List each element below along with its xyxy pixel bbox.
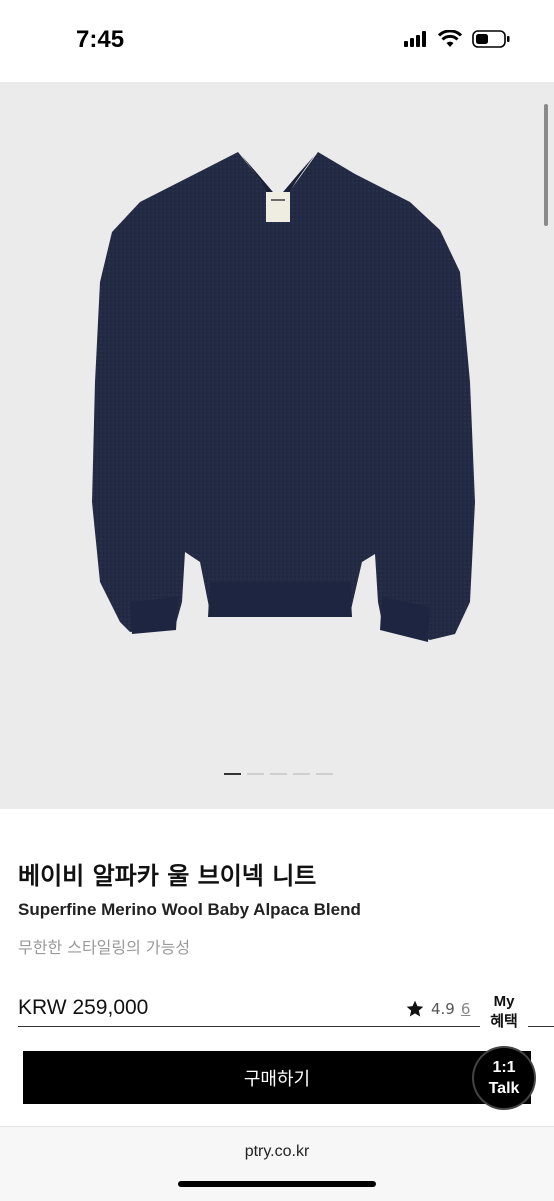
my-benefit-button[interactable]: My 혜택 — [480, 988, 528, 1044]
my-benefit-line1: My — [493, 993, 515, 1010]
gallery-pagination — [224, 773, 333, 775]
product-price: KRW 259,000 — [18, 996, 149, 1019]
review-count-link[interactable]: 6 — [461, 1000, 471, 1018]
status-time: 7:45 — [76, 26, 125, 53]
pagination-dot[interactable] — [293, 773, 310, 775]
pagination-dot[interactable] — [224, 773, 241, 775]
buy-button[interactable]: 구매하기 — [23, 1051, 531, 1104]
product-image-sweater — [92, 152, 475, 642]
pagination-dot[interactable] — [316, 773, 333, 775]
scroll-indicator — [544, 104, 548, 226]
divider — [18, 1026, 554, 1027]
home-indicator[interactable] — [178, 1181, 376, 1187]
status-bar: 7:45 — [0, 0, 554, 82]
product-tagline: 무한한 스타일링의 가능성 — [18, 938, 191, 957]
product-subtitle: Superfine Merino Wool Baby Alpaca Blend — [18, 900, 361, 919]
pagination-dot[interactable] — [270, 773, 287, 775]
talk-line1: 1:1 — [492, 1059, 516, 1076]
status-icons — [404, 30, 510, 48]
my-benefit-line2: 혜택 — [490, 1013, 518, 1030]
product-title: 베이비 알파카 울 브이넥 니트 — [18, 862, 317, 890]
product-rating[interactable]: 4.9 6 — [405, 999, 470, 1019]
product-image-gallery[interactable] — [0, 82, 554, 809]
battery-icon — [472, 30, 510, 48]
wifi-icon — [438, 30, 462, 47]
browser-address-bar[interactable]: ptry.co.kr — [0, 1126, 554, 1201]
talk-chat-button[interactable]: 1:1 Talk — [474, 1048, 534, 1108]
star-icon — [406, 1000, 424, 1017]
pagination-dot[interactable] — [247, 773, 264, 775]
signal-icon — [404, 31, 426, 47]
url-text[interactable]: ptry.co.kr — [0, 1143, 554, 1161]
talk-line2: Talk — [488, 1080, 520, 1097]
rating-value: 4.9 — [431, 1000, 455, 1018]
